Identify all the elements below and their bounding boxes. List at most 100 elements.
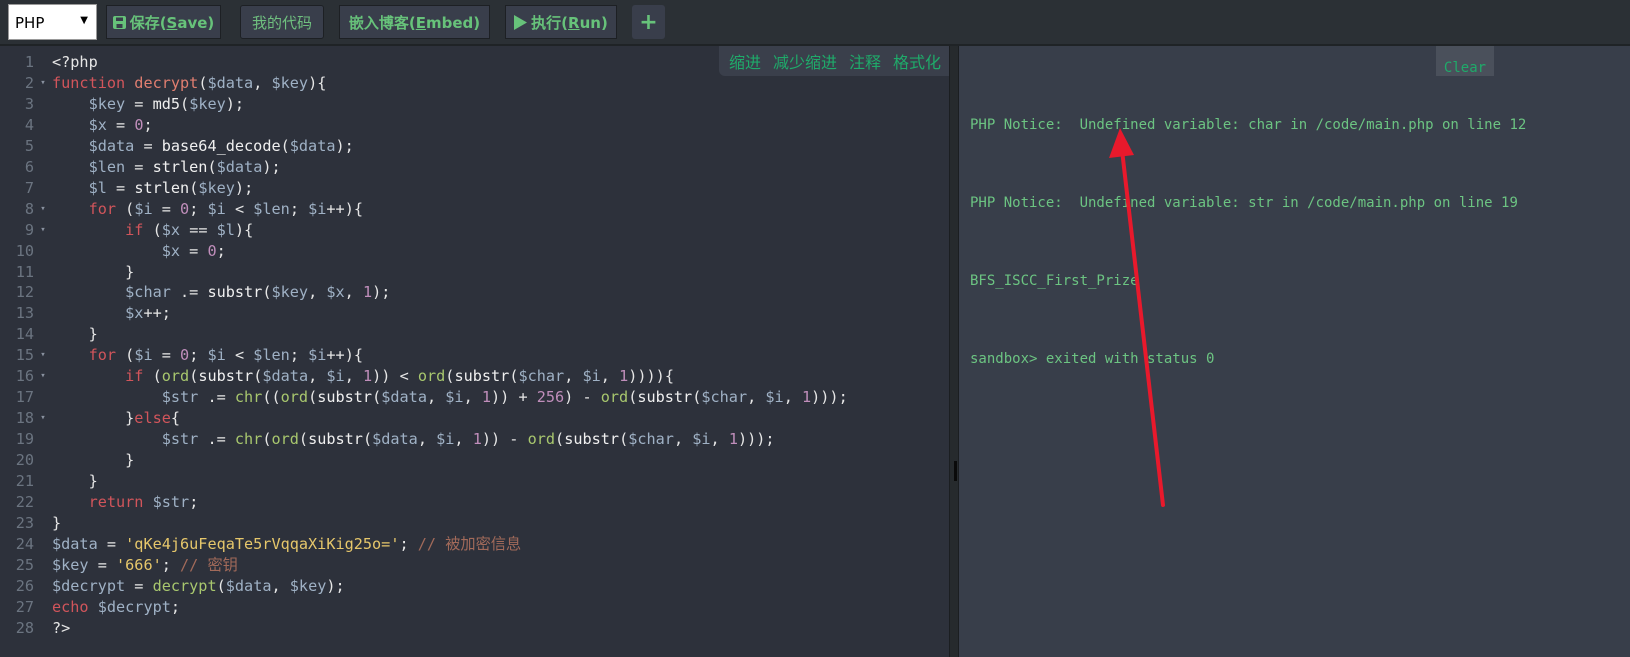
my-code-button[interactable]: 我的代码 xyxy=(240,5,324,39)
add-button[interactable]: + xyxy=(632,5,665,39)
code-line[interactable]: 24 $data = 'qKe4j6uFeqaTe5rVqqaXiKig25o='… xyxy=(0,534,848,555)
code-line[interactable]: 20 } xyxy=(0,450,848,471)
code-token: echo xyxy=(52,597,89,616)
clear-button[interactable]: Clear xyxy=(1436,46,1494,76)
panel-resize-divider[interactable] xyxy=(949,46,959,657)
code-line[interactable]: 19 $str .= chr(ord(substr($data, $i, 1))… xyxy=(0,429,848,450)
line-number: 26 xyxy=(15,576,34,595)
code-token: = xyxy=(180,241,208,260)
code-line[interactable]: 15 ▾ for ($i = 0; $i < $len; $i++){ xyxy=(0,345,848,366)
code-token: , xyxy=(747,388,766,407)
code-token: 1 xyxy=(481,388,492,407)
code-token: ( xyxy=(180,94,190,113)
code-line[interactable]: 11 } xyxy=(0,262,848,283)
code-token: $i xyxy=(207,199,226,218)
fold-arrow-icon xyxy=(36,555,50,576)
fold-arrow-icon[interactable]: ▾ xyxy=(36,220,50,241)
code-line[interactable]: 26 $decrypt = decrypt($data, $key); xyxy=(0,576,848,597)
code-line[interactable]: 25 $key = '666'; // 密钥 xyxy=(0,555,848,576)
code-line[interactable]: 17 $str .= chr((ord(substr($data, $i, 1)… xyxy=(0,387,848,408)
code-token: ( xyxy=(116,199,135,218)
language-select[interactable]: PHP ▼ xyxy=(8,4,97,40)
code-line[interactable]: 28 ?> xyxy=(0,618,848,639)
code-line[interactable]: 27 echo $decrypt; xyxy=(0,597,848,618)
code-text: for ($i = 0; $i < $len; $i++){ xyxy=(50,345,363,366)
code-line[interactable]: 2 ▾ function decrypt($data, $key){ xyxy=(0,73,848,94)
code-token: 1 xyxy=(728,430,738,449)
code-token: $data xyxy=(88,136,135,155)
code-token: $char xyxy=(628,430,674,449)
code-token: } xyxy=(52,472,98,491)
code-line[interactable]: 16 ▾ if (ord(substr($data, $i, 1)) < ord(… xyxy=(0,366,848,387)
code-token: < xyxy=(225,346,254,365)
resize-handle[interactable] xyxy=(954,461,957,481)
code-token: $key xyxy=(271,73,309,92)
line-number: 17 xyxy=(15,388,34,407)
code-lines[interactable]: 1 <?php 2 ▾ function decrypt($data, $key){3 … xyxy=(0,52,848,639)
save-button[interactable]: 保存(Save) xyxy=(106,5,221,39)
code-line[interactable]: 23} xyxy=(0,513,848,534)
code-line[interactable]: 10 $x = 0; xyxy=(0,241,848,262)
code-token: } xyxy=(52,325,98,344)
code-line[interactable]: 13 $x++; xyxy=(0,303,848,324)
fold-arrow-icon xyxy=(36,115,50,136)
code-line[interactable]: 8 ▾ for ($i = 0; $i < $len; $i++){ xyxy=(0,199,848,220)
fold-arrow-icon[interactable]: ▾ xyxy=(36,73,50,94)
code-token: $x xyxy=(88,115,107,134)
code-token: 0 xyxy=(180,199,190,218)
code-token: $len xyxy=(253,346,290,365)
code-token: ( xyxy=(298,430,309,449)
code-token: $decrypt xyxy=(97,597,171,616)
code-line[interactable]: 7 $l = strlen($key); xyxy=(0,178,848,199)
format-button[interactable]: 格式化 xyxy=(893,49,941,73)
code-editor[interactable]: 缩进 减少缩进 注释 格式化 1 <?php 2 ▾ function decrypt(… xyxy=(0,46,949,657)
fold-arrow-icon[interactable]: ▾ xyxy=(36,199,50,220)
line-number: 11 xyxy=(15,262,34,281)
code-token: , xyxy=(454,430,473,449)
code-token: decrypt xyxy=(134,73,199,92)
output-panel: PHP Notice: Undefined variable: char in … xyxy=(959,46,1630,657)
line-number: 2 xyxy=(24,73,34,92)
code-token: ++){ xyxy=(326,199,363,218)
code-line[interactable]: 4 $x = 0; xyxy=(0,115,848,136)
code-token: , xyxy=(271,576,290,595)
run-button[interactable]: 执行(Run) xyxy=(505,5,617,39)
code-token: base64_decode xyxy=(161,136,281,155)
code-token: ; xyxy=(143,115,153,134)
code-line[interactable]: 6 $len = strlen($data); xyxy=(0,157,848,178)
fold-arrow-icon[interactable]: ▾ xyxy=(36,408,50,429)
code-token: else xyxy=(134,409,171,428)
code-text: for ($i = 0; $i < $len; $i++){ xyxy=(50,199,363,220)
code-line[interactable]: 3 $key = md5($key); xyxy=(0,94,848,115)
code-token: ord xyxy=(280,388,309,407)
code-line[interactable]: 18 ▾ }else{ xyxy=(0,408,848,429)
code-token: md5 xyxy=(152,94,181,113)
comment-button[interactable]: 注释 xyxy=(849,49,881,73)
code-line[interactable]: 5 $data = base64_decode($data); xyxy=(0,136,848,157)
code-line[interactable]: 12 $char .= substr($key, $x, 1); xyxy=(0,282,848,303)
fold-arrow-icon[interactable]: ▾ xyxy=(36,345,50,366)
code-line[interactable]: 22 return $str; xyxy=(0,492,848,513)
code-text: function decrypt($data, $key){ xyxy=(50,73,326,94)
code-line[interactable]: 9 ▾ if ($x == $l){ xyxy=(0,220,848,241)
code-token: } xyxy=(52,451,135,470)
fold-arrow-icon[interactable]: ▾ xyxy=(36,366,50,387)
code-token: , xyxy=(600,367,620,386)
output-line: BFS_ISCC_First_Prize xyxy=(970,273,1139,289)
code-text: if ($x == $l){ xyxy=(50,220,253,241)
code-text: $data = base64_decode($data); xyxy=(50,136,354,157)
fold-arrow-icon xyxy=(36,52,50,73)
code-token: ( xyxy=(362,430,373,449)
code-line[interactable]: 14 } xyxy=(0,324,848,345)
code-token: 1 xyxy=(801,388,812,407)
code-line[interactable]: 21 } xyxy=(0,471,848,492)
code-token: , xyxy=(710,430,729,449)
code-token: chr xyxy=(234,430,263,449)
code-line[interactable]: 1 <?php xyxy=(0,52,848,73)
code-token: ){ xyxy=(234,220,254,239)
embed-button[interactable]: 嵌入博客(Embed) xyxy=(339,5,490,39)
